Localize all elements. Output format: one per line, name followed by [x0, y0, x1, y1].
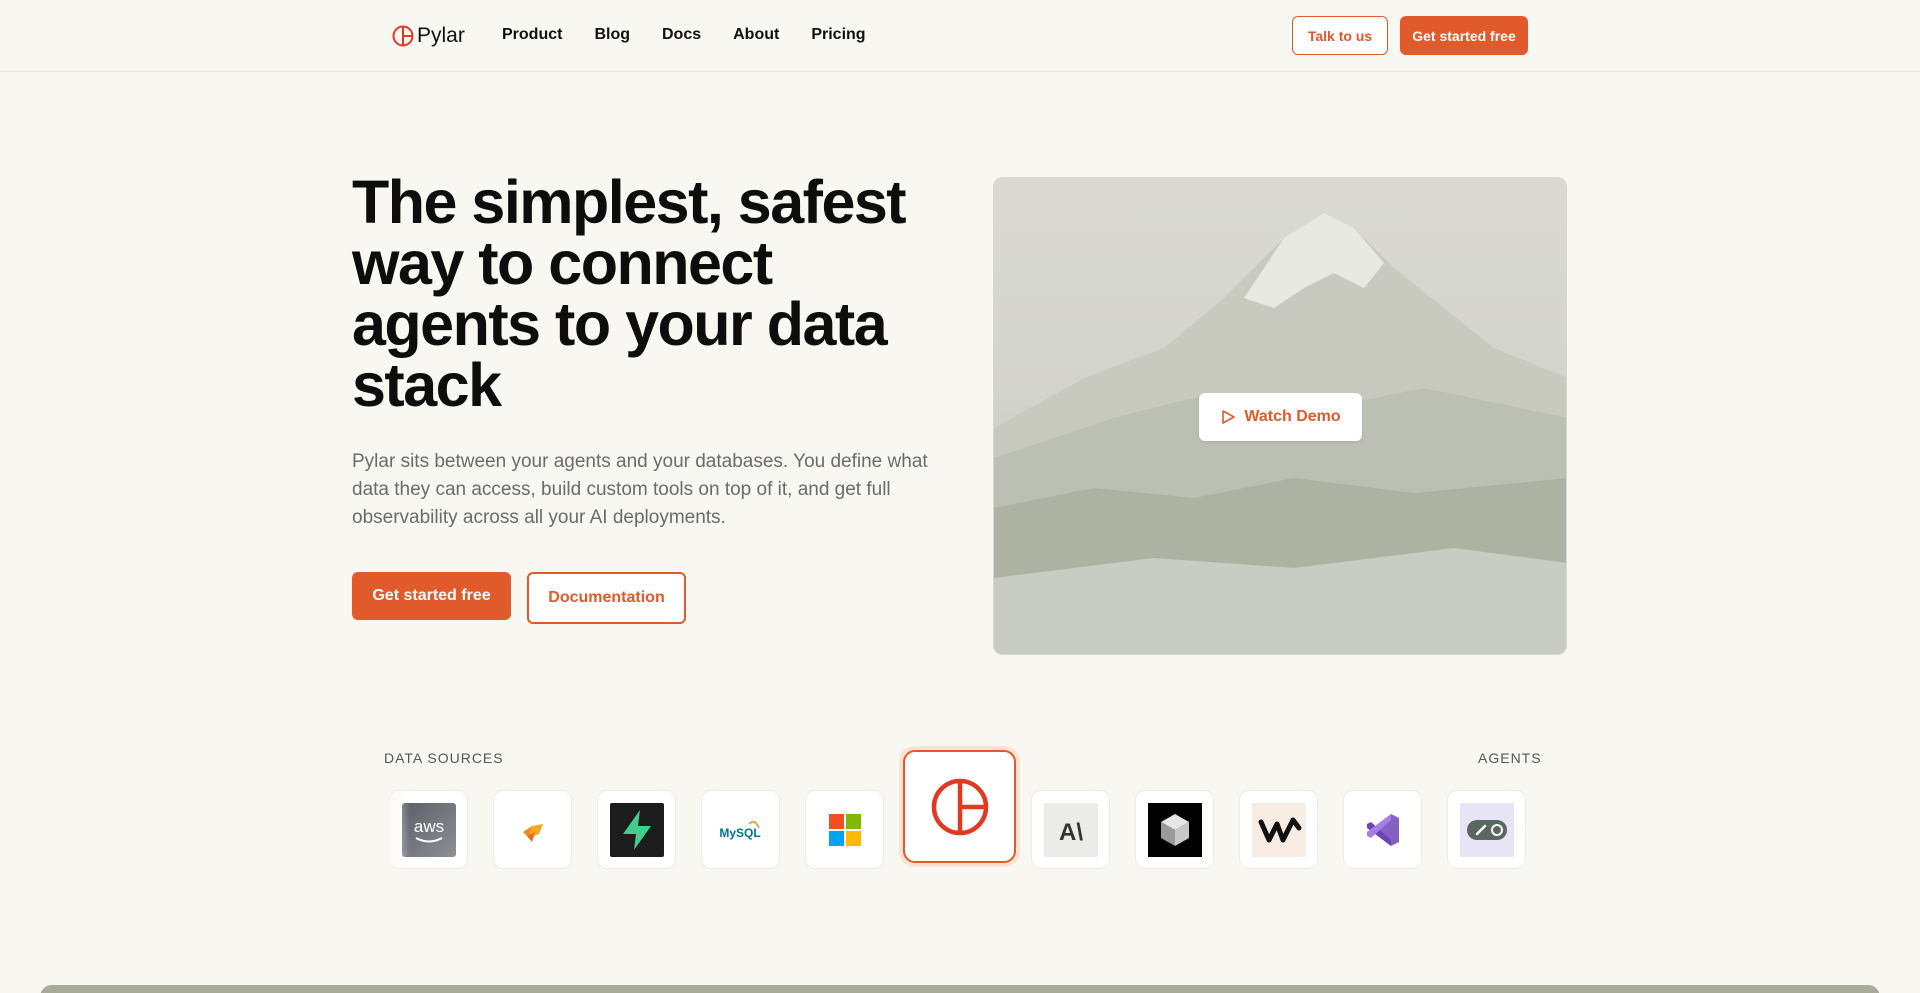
agent-tile-visual-studio[interactable]	[1343, 790, 1422, 869]
watch-demo-button[interactable]: Watch Demo	[1199, 393, 1362, 441]
pylar-hub-icon	[931, 778, 988, 835]
source-tile-microsoft[interactable]	[805, 790, 884, 869]
microsoft-icon	[828, 813, 861, 846]
nav-link-docs[interactable]: Docs	[662, 26, 701, 44]
source-tile-supabase[interactable]	[597, 790, 676, 869]
carousel-fade-right	[1520, 785, 1570, 875]
source-tile-mysql[interactable]: MySQL	[701, 790, 780, 869]
visual-studio-icon	[1366, 813, 1399, 846]
nav-link-product[interactable]: Product	[502, 26, 562, 44]
nav-link-about[interactable]: About	[733, 26, 779, 44]
top-navigation: Pylar Product Blog Docs About Pricing Ta…	[0, 0, 1920, 72]
hero-title: The simplest, safest way to connect agen…	[352, 168, 907, 419]
windsurf-icon	[1251, 802, 1306, 857]
link-toggle-icon	[1459, 802, 1514, 857]
anthropic-icon: A\	[1043, 802, 1098, 857]
source-tile-bird[interactable]	[493, 790, 572, 869]
nav-get-started-button[interactable]: Get started free	[1400, 16, 1528, 55]
nav-link-blog[interactable]: Blog	[594, 26, 630, 44]
talk-to-us-button[interactable]: Talk to us	[1292, 16, 1388, 55]
supabase-icon	[609, 802, 664, 857]
mysql-text: MySQL	[719, 826, 760, 840]
nav-links: Product Blog Docs About Pricing	[502, 26, 866, 44]
demo-video-thumbnail[interactable]: Watch Demo	[993, 177, 1567, 655]
play-icon	[1222, 410, 1236, 424]
data-sources-label: DATA SOURCES	[384, 750, 504, 766]
agent-tile-windsurf[interactable]	[1239, 790, 1318, 869]
agent-tile-anthropic[interactable]: A\	[1031, 790, 1110, 869]
next-section-preview	[40, 985, 1880, 993]
agent-tile-cube[interactable]	[1135, 790, 1214, 869]
pylar-logo[interactable]: Pylar	[391, 24, 465, 48]
nav-link-pricing[interactable]: Pricing	[811, 26, 865, 44]
anthropic-text: A\	[1059, 819, 1083, 846]
watch-demo-label: Watch Demo	[1244, 408, 1341, 425]
pylar-logo-icon	[392, 25, 414, 47]
pylar-hub-tile	[903, 750, 1016, 863]
agents-label: AGENTS	[1478, 750, 1542, 766]
aws-text: aws	[413, 817, 443, 836]
documentation-button[interactable]: Documentation	[527, 572, 686, 624]
agent-tile-link[interactable]	[1447, 790, 1526, 869]
brand-name: Pylar	[417, 24, 465, 47]
hero-subtitle: Pylar sits between your agents and your …	[352, 451, 928, 528]
orange-bird-icon	[522, 823, 543, 842]
hero-get-started-button[interactable]: Get started free	[352, 572, 511, 620]
carousel-fade-left	[380, 785, 410, 875]
cube-icon	[1147, 802, 1202, 857]
mysql-icon: MySQL	[719, 820, 760, 840]
